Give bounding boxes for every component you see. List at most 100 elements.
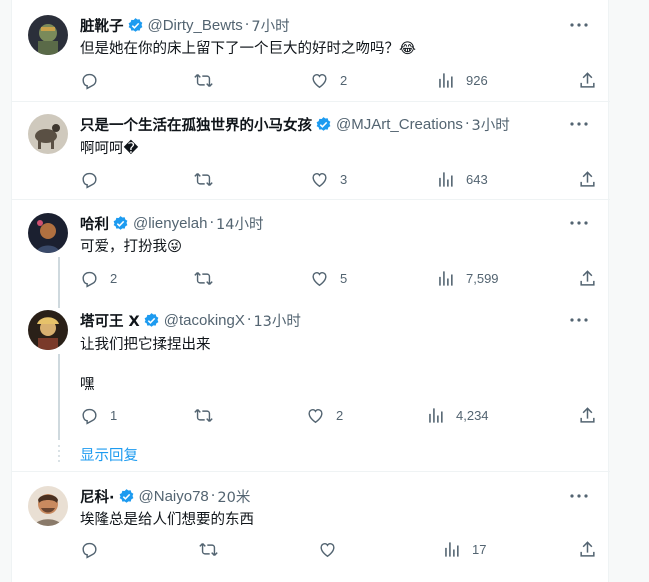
retweet-icon bbox=[194, 73, 213, 87]
verified-icon bbox=[118, 488, 135, 505]
verified-icon bbox=[143, 312, 160, 329]
views-icon bbox=[439, 171, 453, 187]
views-button[interactable]: 17 bbox=[442, 539, 486, 559]
verified-icon bbox=[315, 116, 332, 133]
display-name[interactable]: 哈利 bbox=[80, 213, 109, 234]
share-button[interactable] bbox=[578, 70, 597, 90]
reply-icon bbox=[82, 408, 97, 425]
views-button[interactable]: 4,234 bbox=[426, 405, 489, 425]
handle[interactable]: @Naiyo78 bbox=[139, 488, 209, 505]
display-name[interactable]: 脏靴子 bbox=[80, 15, 124, 36]
like-icon bbox=[312, 271, 327, 286]
tweet-4[interactable]: 塔可王 X @tacokingX · 13小时 让我们把它揉捏出来 嘿 1 2 bbox=[12, 298, 610, 472]
more-icon[interactable] bbox=[568, 213, 590, 233]
share-icon bbox=[580, 540, 595, 557]
like-button[interactable] bbox=[318, 539, 348, 559]
reply-button[interactable] bbox=[80, 169, 110, 189]
share-button[interactable] bbox=[578, 169, 597, 189]
tweet-text: 啊呵呵� bbox=[80, 141, 139, 157]
reply-icon bbox=[82, 73, 97, 90]
handle[interactable]: @tacokingX bbox=[164, 312, 245, 329]
more-icon[interactable] bbox=[568, 310, 590, 330]
timestamp[interactable]: 20米 bbox=[217, 486, 250, 507]
emoji: 😜 bbox=[167, 239, 183, 255]
separator-dot: · bbox=[209, 215, 215, 231]
emoji: 😂 bbox=[399, 41, 416, 57]
like-button[interactable]: 2 bbox=[310, 70, 347, 90]
retweet-icon bbox=[194, 172, 213, 186]
views-button[interactable]: 7,599 bbox=[436, 268, 499, 288]
retweet-button[interactable] bbox=[194, 405, 213, 425]
handle[interactable]: @lienyelah bbox=[133, 215, 207, 232]
like-icon bbox=[308, 408, 323, 423]
tweet-2[interactable]: 只是一个生活在孤独世界的小马女孩 @MJArt_Creations · 3小时 … bbox=[12, 102, 610, 200]
share-button[interactable] bbox=[578, 268, 597, 288]
avatar[interactable] bbox=[28, 15, 68, 55]
tweet-header: 哈利 @lienyelah · 14小时 bbox=[80, 213, 570, 233]
avatar[interactable] bbox=[28, 310, 68, 350]
action-bar: 3 643 bbox=[80, 169, 600, 189]
tweet-5[interactable]: 尼科· @Naiyo78 · 20米 埃隆总是给人们想要的东西 17 bbox=[12, 472, 610, 582]
avatar[interactable] bbox=[28, 114, 68, 154]
retweet-button[interactable] bbox=[199, 539, 218, 559]
avatar[interactable] bbox=[28, 213, 68, 253]
handle[interactable]: @MJArt_Creations bbox=[336, 116, 463, 133]
separator-dot: · bbox=[464, 116, 470, 132]
tweet-text: 埃隆总是给人们想要的东西 bbox=[80, 512, 254, 528]
reply-icon bbox=[82, 172, 97, 189]
retweet-icon bbox=[194, 408, 213, 422]
tweet-3[interactable]: 哈利 @lienyelah · 14小时 可爱，打扮我😜 2 5 7,599 bbox=[12, 200, 610, 298]
show-replies-link[interactable]: 显示回复 bbox=[80, 444, 138, 465]
reply-icon bbox=[82, 271, 97, 288]
share-button[interactable] bbox=[578, 405, 597, 425]
display-name[interactable]: 塔可王 X bbox=[80, 310, 140, 331]
action-bar: 2 5 7,599 bbox=[80, 268, 600, 288]
separator-dot: · bbox=[244, 17, 250, 33]
separator-dot: · bbox=[210, 488, 216, 504]
reply-button[interactable] bbox=[80, 539, 110, 559]
thread-line bbox=[58, 354, 60, 440]
retweet-icon bbox=[199, 542, 218, 556]
views-button[interactable]: 643 bbox=[436, 169, 488, 189]
display-name[interactable]: 只是一个生活在孤独世界的小马女孩 bbox=[80, 114, 312, 135]
reply-button[interactable]: 2 bbox=[80, 268, 117, 288]
retweet-button[interactable] bbox=[194, 70, 213, 90]
thread-line bbox=[58, 298, 60, 308]
retweet-button[interactable] bbox=[194, 268, 213, 288]
tweet-1[interactable]: 脏靴子 @Dirty_Bewts · 7小时 但是她在你的床上留下了一个巨大的好… bbox=[12, 0, 610, 102]
like-icon bbox=[312, 73, 327, 88]
share-button[interactable] bbox=[578, 539, 597, 559]
share-icon bbox=[580, 406, 595, 423]
reply-button[interactable]: 1 bbox=[80, 405, 117, 425]
share-icon bbox=[580, 170, 595, 187]
timestamp[interactable]: 14小时 bbox=[216, 213, 263, 234]
tweet-text: 可爱，打扮我😜 bbox=[80, 239, 183, 255]
tweet-header: 塔可王 X @tacokingX · 13小时 bbox=[80, 310, 570, 330]
timestamp[interactable]: 7小时 bbox=[251, 15, 289, 36]
retweet-icon bbox=[194, 271, 213, 285]
like-button[interactable]: 5 bbox=[310, 268, 347, 288]
retweet-button[interactable] bbox=[194, 169, 213, 189]
like-button[interactable]: 2 bbox=[306, 405, 343, 425]
action-bar: 2 926 bbox=[80, 70, 600, 90]
handle[interactable]: @Dirty_Bewts bbox=[148, 17, 243, 34]
separator-dot: · bbox=[246, 312, 252, 328]
like-icon bbox=[312, 172, 327, 187]
timestamp[interactable]: 3小时 bbox=[472, 114, 510, 135]
avatar[interactable] bbox=[28, 486, 68, 526]
tweet-text-line-2: 嘿 bbox=[80, 377, 95, 393]
more-icon[interactable] bbox=[568, 486, 590, 506]
reply-button[interactable] bbox=[80, 70, 110, 90]
display-name[interactable]: 尼科· bbox=[80, 486, 115, 507]
like-button[interactable]: 3 bbox=[310, 169, 347, 189]
verified-icon bbox=[127, 17, 144, 34]
timestamp[interactable]: 13小时 bbox=[253, 310, 300, 331]
tweet-header: 只是一个生活在孤独世界的小马女孩 @MJArt_Creations · 3小时 bbox=[80, 114, 570, 134]
more-icon[interactable] bbox=[568, 15, 590, 35]
views-icon bbox=[445, 541, 459, 557]
action-bar: 17 bbox=[80, 539, 600, 559]
tweet-header: 尼科· @Naiyo78 · 20米 bbox=[80, 486, 570, 506]
views-button[interactable]: 926 bbox=[436, 70, 488, 90]
more-icon[interactable] bbox=[568, 114, 590, 134]
views-icon bbox=[429, 407, 443, 423]
